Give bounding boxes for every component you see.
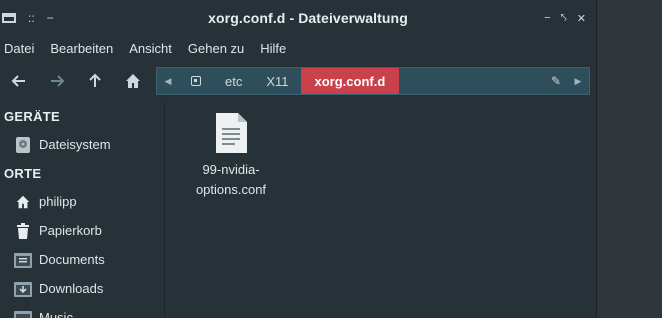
arrow-left-icon bbox=[11, 75, 25, 87]
folder-music-icon bbox=[14, 309, 32, 318]
menu-bar: Datei Bearbeiten Ansicht Gehen zu Hilfe bbox=[0, 36, 596, 60]
arrow-right-icon bbox=[51, 75, 65, 87]
path-scroll-left-icon[interactable]: ◀ bbox=[157, 76, 179, 87]
window-menu-icon[interactable] bbox=[2, 13, 16, 23]
sidebar-section-devices: GERÄTE bbox=[4, 108, 60, 124]
maximize-button[interactable]: ⤣ bbox=[561, 12, 567, 25]
sidebar: GERÄTE Dateisystem ORTE philipp Papierko… bbox=[0, 102, 165, 318]
forward-button[interactable] bbox=[38, 66, 76, 96]
sidebar-section-places: ORTE bbox=[4, 165, 42, 181]
sidebar-item-papierkorb[interactable]: Papierkorb bbox=[0, 216, 164, 245]
sidebar-item-philipp[interactable]: philipp bbox=[0, 187, 164, 216]
text-file-icon bbox=[216, 113, 247, 153]
folder-documents-icon bbox=[14, 251, 32, 269]
title-bar[interactable]: :: − xorg.conf.d - Dateiverwaltung − ⤣ ✕ bbox=[0, 0, 596, 36]
home-button[interactable] bbox=[114, 66, 152, 96]
sidebar-item-documents[interactable]: Documents bbox=[0, 245, 164, 274]
shade-button[interactable]: − bbox=[47, 11, 54, 25]
title-bar-left: :: − bbox=[0, 11, 122, 25]
trash-icon bbox=[14, 222, 32, 240]
location-bar: ◀ etc X11 xorg.conf.d ✎ ▶ bbox=[156, 67, 590, 95]
menu-gehen-zu[interactable]: Gehen zu bbox=[188, 41, 244, 56]
menu-hilfe[interactable]: Hilfe bbox=[260, 41, 286, 56]
home-icon bbox=[14, 193, 32, 211]
drive-icon bbox=[191, 76, 201, 86]
file-manager-window: :: − xorg.conf.d - Dateiverwaltung − ⤣ ✕… bbox=[0, 0, 597, 318]
home-icon bbox=[126, 74, 140, 88]
menu-bearbeiten[interactable]: Bearbeiten bbox=[50, 41, 113, 56]
sidebar-item-label: philipp bbox=[39, 194, 77, 209]
sidebar-item-label: Downloads bbox=[39, 281, 104, 296]
sidebar-item-label: Dateisystem bbox=[39, 137, 111, 152]
back-button[interactable] bbox=[0, 66, 38, 96]
file-name: 99-nvidia- options.conf bbox=[189, 160, 273, 200]
window-grip-icon: :: bbox=[28, 11, 35, 25]
window-title: xorg.conf.d - Dateiverwaltung bbox=[208, 10, 408, 26]
file-item[interactable]: 99-nvidia- options.conf bbox=[189, 112, 273, 200]
close-button[interactable]: ✕ bbox=[577, 12, 586, 25]
menu-datei[interactable]: Datei bbox=[4, 41, 34, 56]
edit-path-icon[interactable]: ✎ bbox=[545, 74, 567, 88]
minimize-button[interactable]: − bbox=[544, 12, 550, 25]
sidebar-item-downloads[interactable]: Downloads bbox=[0, 274, 164, 303]
sidebar-item-music[interactable]: Music bbox=[0, 303, 164, 318]
path-root-button[interactable] bbox=[179, 68, 213, 94]
sidebar-item-label: Papierkorb bbox=[39, 223, 102, 238]
drive-icon bbox=[14, 136, 32, 154]
file-name-line-1: 99-nvidia- bbox=[202, 162, 260, 177]
path-crumb-current[interactable]: xorg.conf.d bbox=[300, 68, 400, 94]
toolbar: ◀ etc X11 xorg.conf.d ✎ ▶ bbox=[0, 62, 596, 100]
menu-ansicht[interactable]: Ansicht bbox=[129, 41, 172, 56]
sidebar-item-label: Documents bbox=[39, 252, 105, 267]
arrow-up-icon bbox=[89, 73, 101, 87]
file-view[interactable]: 99-nvidia- options.conf bbox=[165, 102, 596, 318]
sidebar-item-label: Music bbox=[39, 310, 73, 318]
folder-downloads-icon bbox=[14, 280, 32, 298]
desktop-background bbox=[597, 0, 662, 318]
file-name-line-2: options.conf bbox=[195, 182, 267, 197]
path-crumb-x11[interactable]: X11 bbox=[254, 68, 300, 94]
sidebar-item-dateisystem[interactable]: Dateisystem bbox=[0, 130, 164, 159]
up-button[interactable] bbox=[76, 66, 114, 96]
path-crumb-etc[interactable]: etc bbox=[213, 68, 254, 94]
window-controls: − ⤣ ✕ bbox=[494, 12, 596, 25]
path-scroll-right-icon[interactable]: ▶ bbox=[567, 76, 589, 87]
